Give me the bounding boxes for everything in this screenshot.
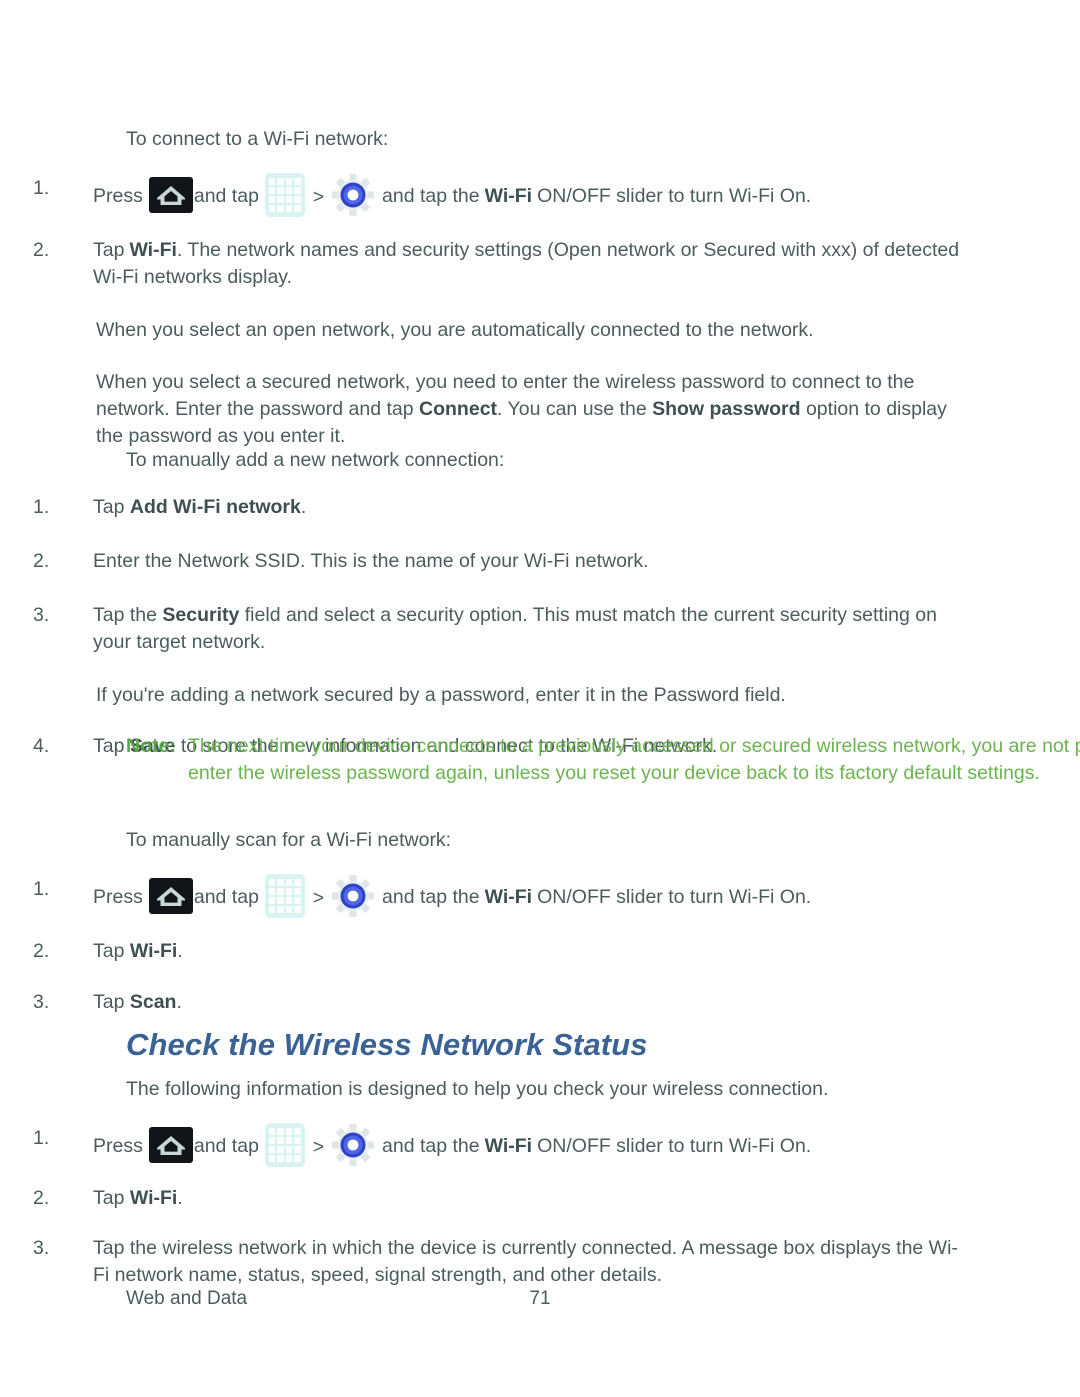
step-bold-term: Wi-Fi	[129, 1187, 178, 1209]
step-number: 3.	[33, 604, 50, 626]
check-status-lead: The following information is designed to…	[126, 1078, 829, 1100]
check-status-step-2: 2. Tap Wi-Fi.	[33, 1185, 1080, 1212]
step-number: 2.	[33, 1187, 50, 1209]
connect-sub-paragraph-1: When you select an open network, you are…	[96, 319, 814, 341]
step-tail-pre: and tap the	[382, 886, 480, 909]
step-text-post: .	[177, 1187, 183, 1209]
connect-step-1: 1. Press and tap > and tap the Wi-Fi ON/OFF s…	[33, 173, 1080, 219]
step-and-tap-label: and tap	[193, 185, 259, 208]
step-number: 1.	[33, 496, 50, 518]
home-icon[interactable]	[148, 1127, 193, 1163]
show-password-bold-term: Show password	[652, 398, 801, 420]
check-status-step-3: 3. Tap the wireless network in which the…	[33, 1235, 958, 1289]
step-bold-term: Scan	[129, 991, 177, 1013]
step-text-pre: Tap	[93, 940, 130, 962]
manual-add-step-3: 3. Tap the Security field and select a s…	[33, 602, 960, 656]
page-footer: Web and Data 71	[0, 1288, 1080, 1316]
sub2-part2: . You can use the	[497, 398, 653, 420]
step-press-label: Press	[93, 886, 143, 909]
step-and-tap-label: and tap	[193, 1135, 259, 1158]
step-text-post: . The network names and security setting…	[93, 239, 960, 288]
step-bold-term: Add Wi-Fi network	[129, 496, 301, 518]
check-status-step-1: 1. Press and tap > and tap the Wi-Fi ON/OFF s…	[33, 1123, 1080, 1169]
document-page: To connect to a Wi-Fi network: 1. Press a…	[0, 0, 1080, 1397]
manual-add-step-1: 1. Tap Add Wi-Fi network.	[33, 494, 1080, 521]
manual-scan-section: To manually scan for a Wi-Fi network: 1.…	[0, 827, 1080, 1016]
step-text-pre: Tap	[93, 1187, 130, 1209]
step-bold-term: Wi-Fi	[129, 239, 177, 261]
manual-add-lead: To manually add a new network connection…	[126, 449, 505, 471]
manual-add-steps-list: 1. Tap Add Wi-Fi network. 2. Enter the N…	[0, 494, 1080, 656]
step-text-pre: Tap	[93, 496, 130, 518]
manual-add-step-2: 2. Enter the Network SSID. This is the n…	[33, 548, 1080, 575]
chevron-right-icon: >	[312, 1136, 325, 1158]
connect-sub-paragraph-2: When you select a secured network, you n…	[96, 369, 962, 450]
manual-scan-lead: To manually scan for a Wi-Fi network:	[126, 829, 452, 851]
step-press-label: Press	[93, 1135, 143, 1158]
step-tail-post: ON/OFF slider to turn Wi-Fi On.	[537, 185, 812, 208]
page-section-title: Check the Wireless Network Status	[126, 1027, 648, 1062]
step-number: 1.	[33, 1127, 50, 1149]
wifi-bold-label: Wi-Fi	[484, 886, 533, 909]
step-bold-term: Security	[162, 604, 240, 626]
wifi-bold-label: Wi-Fi	[484, 1135, 533, 1158]
step-number: 2.	[33, 239, 50, 261]
connect-step-2: 2. Tap Wi-Fi. The network names and secur…	[33, 237, 960, 291]
manual-scan-step-3: 3. Tap Scan.	[33, 989, 1080, 1016]
step-text: Tap the wireless network in which the de…	[93, 1237, 958, 1286]
manual-add-section: To manually add a new network connection…	[0, 447, 1080, 760]
check-status-steps-list: 1. Press and tap > and tap the Wi-Fi ON/OFF s…	[0, 1123, 1080, 1289]
note-body-text: The next time your device connects to a …	[188, 735, 1080, 784]
step-bold-term: Wi-Fi	[129, 940, 178, 962]
step-number: 3.	[33, 991, 50, 1013]
check-status-section: Check the Wireless Network Status The fo…	[0, 1026, 1080, 1289]
manual-scan-step-1: 1. Press and tap > and tap the Wi-Fi ON/OFF s…	[33, 874, 1080, 920]
settings-gear-icon[interactable]	[330, 173, 376, 217]
note-block: Note: The next time your device connects…	[126, 733, 1080, 787]
wifi-bold-label: Wi-Fi	[484, 185, 533, 208]
apps-grid-icon[interactable]	[264, 1123, 305, 1167]
settings-gear-icon[interactable]	[330, 1123, 376, 1167]
manual-scan-step-2: 2. Tap Wi-Fi.	[33, 938, 1080, 965]
step-and-tap-label: and tap	[193, 886, 259, 909]
connect-steps-list: 1. Press and tap > and tap the Wi-Fi ON/OFF s…	[0, 173, 1080, 291]
step-tail-post: ON/OFF slider to turn Wi-Fi On.	[537, 1135, 812, 1158]
step-text-post: .	[176, 991, 182, 1013]
connect-section: To connect to a Wi-Fi network: 1. Press a…	[0, 126, 1080, 470]
manual-add-sub-paragraph: If you're adding a network secured by a …	[96, 684, 786, 706]
apps-grid-icon[interactable]	[264, 173, 305, 217]
step-text-pre: Tap the	[93, 604, 163, 626]
step-tail-pre: and tap the	[382, 185, 480, 208]
step-text-post: .	[300, 496, 307, 518]
chevron-right-icon: >	[312, 186, 325, 208]
step-number: 2.	[33, 940, 50, 962]
settings-gear-icon[interactable]	[330, 874, 376, 918]
connect-bold-term: Connect	[419, 398, 498, 420]
manual-scan-steps-list: 1. Press and tap > and tap the Wi-Fi ON/OFF s…	[0, 874, 1080, 1016]
step-text-pre: Enter the Network SSID. This is the name…	[93, 550, 649, 572]
step-text-pre: Tap	[93, 735, 130, 757]
home-icon[interactable]	[148, 878, 193, 914]
home-icon[interactable]	[148, 177, 193, 213]
step-number: 4.	[33, 735, 50, 757]
chevron-right-icon: >	[312, 887, 325, 909]
step-number: 2.	[33, 550, 50, 572]
step-number: 3.	[33, 1237, 50, 1259]
step-number: 1.	[33, 878, 50, 900]
step-number: 1.	[33, 177, 50, 199]
step-text-pre: Tap	[93, 239, 125, 261]
connect-lead-paragraph: To connect to a Wi-Fi network:	[126, 128, 389, 150]
step-tail-post: ON/OFF slider to turn Wi-Fi On.	[537, 886, 812, 909]
step-press-label: Press	[93, 185, 143, 208]
step-text-post: .	[177, 940, 183, 962]
footer-page-number: 71	[529, 1288, 551, 1309]
step-tail-pre: and tap the	[382, 1135, 480, 1158]
step-text-pre: Tap	[93, 991, 130, 1013]
note-label: Note:	[126, 735, 176, 757]
apps-grid-icon[interactable]	[264, 874, 305, 918]
